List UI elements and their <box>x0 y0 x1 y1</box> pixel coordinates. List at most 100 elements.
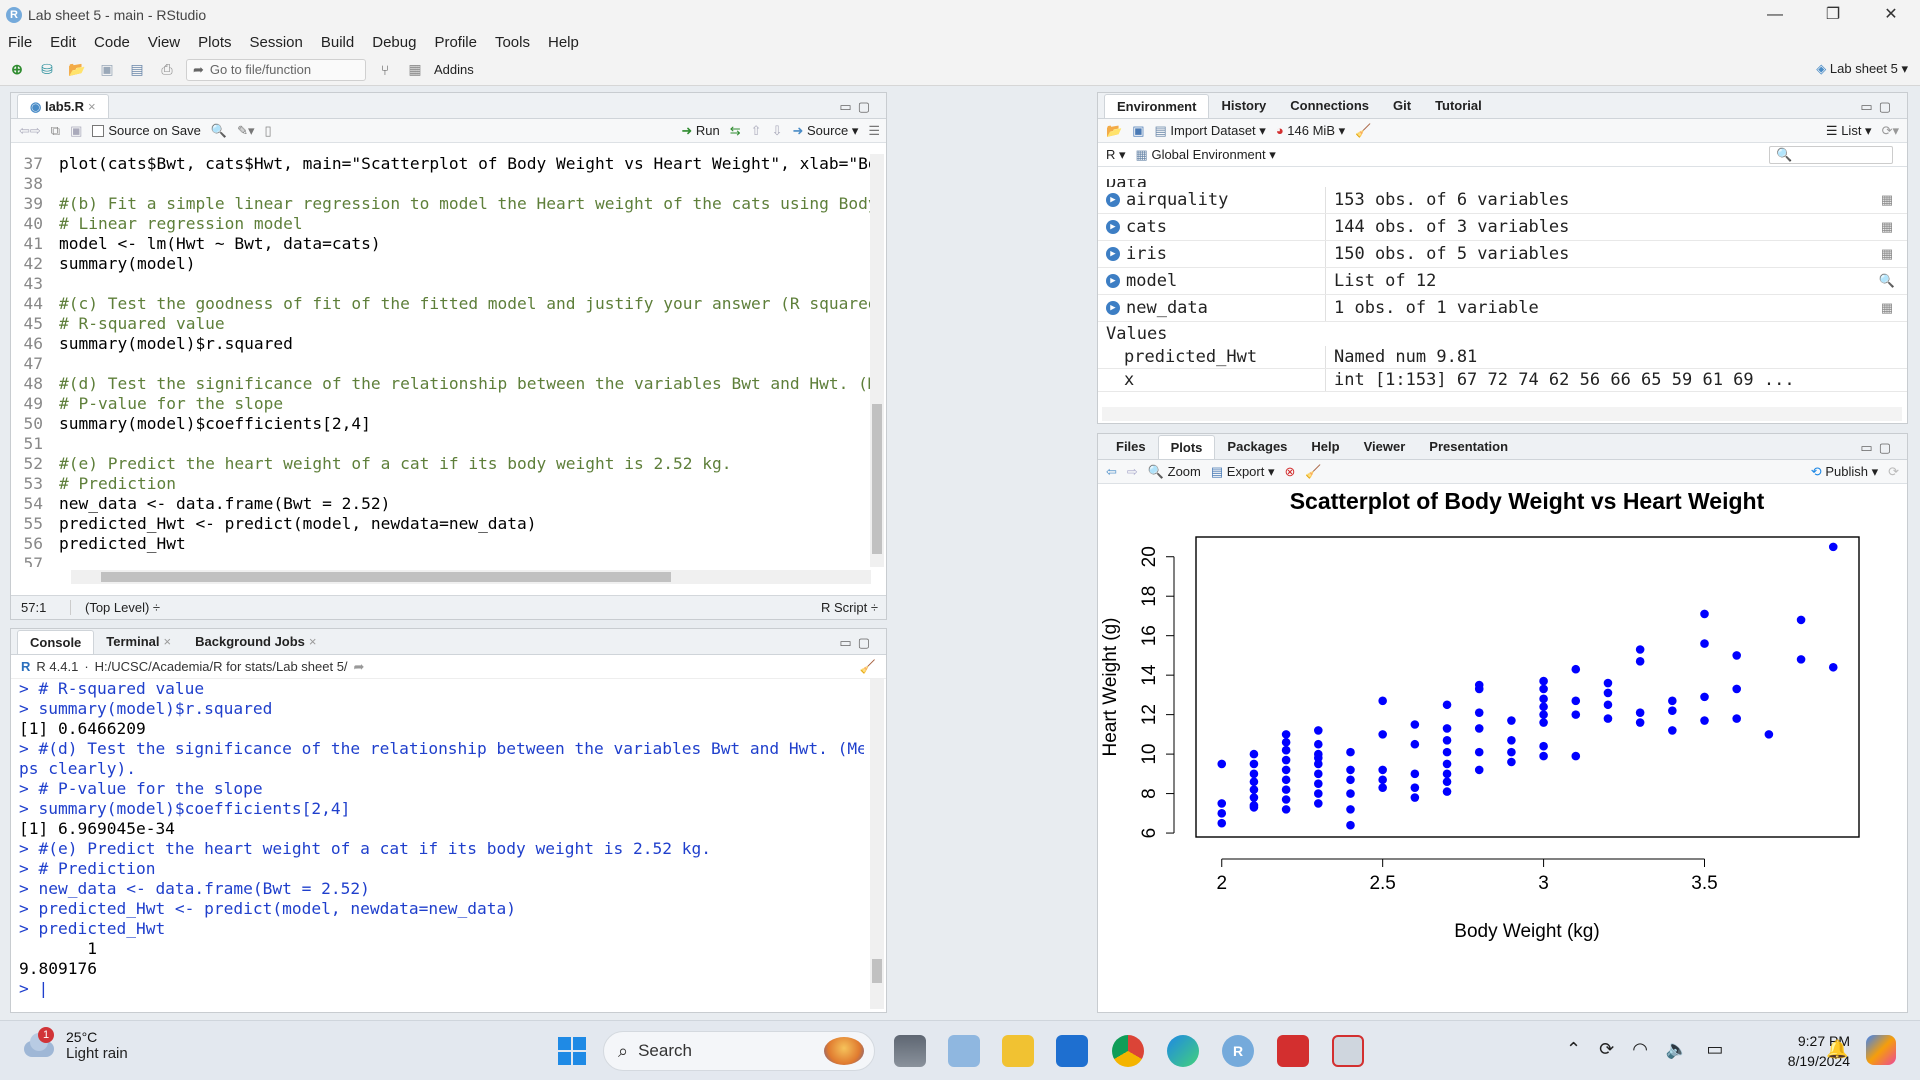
acrobat-icon[interactable] <box>1277 1035 1309 1067</box>
file-explorer-icon[interactable] <box>1002 1035 1034 1067</box>
language-selector[interactable]: R ▾ <box>1106 147 1126 163</box>
go-down-icon[interactable]: ⇩ <box>772 123 783 139</box>
scope-selector-env[interactable]: ▦ Global Environment ▾ <box>1136 147 1276 163</box>
run-button[interactable]: ➜ Run <box>681 123 719 139</box>
task-view-icon[interactable] <box>894 1035 926 1067</box>
code-line[interactable]: 48 #(d) Test the significance of the rela… <box>11 374 874 394</box>
env-var-name[interactable]: ▶ model <box>1098 268 1326 294</box>
next-plot-icon[interactable]: ⇨ <box>1127 464 1138 480</box>
document-outline-icon[interactable]: ☰ <box>868 123 880 139</box>
go-up-icon[interactable]: ⇧ <box>751 123 762 139</box>
minimize-button[interactable]: — <box>1746 0 1804 30</box>
close-terminal-icon[interactable]: × <box>164 634 172 649</box>
memory-usage-button[interactable]: ◕ 146 MiB ▾ <box>1276 123 1345 139</box>
zoom-button[interactable]: 🔍 Zoom <box>1148 464 1201 480</box>
publish-button[interactable]: ⟲ Publish ▾ <box>1811 464 1878 480</box>
tab-history[interactable]: History <box>1209 94 1278 118</box>
code-tools-wand-icon[interactable]: ✎▾ <box>237 123 254 139</box>
code-line[interactable]: 56 predicted_Hwt <box>11 534 873 554</box>
close-jobs-icon[interactable]: × <box>309 634 317 649</box>
code-line[interactable]: 37 plot(cats$Bwt, cats$Hwt, main="Scatter… <box>11 154 874 174</box>
menu-tools[interactable]: Tools <box>495 34 530 51</box>
new-project-icon[interactable]: ⛁ <box>36 59 58 81</box>
new-file-icon[interactable]: ⊕ <box>6 59 28 81</box>
code-line[interactable]: 38 <box>11 174 873 194</box>
env-var-name[interactable]: ▶ airquality <box>1098 187 1326 213</box>
tab-packages[interactable]: Packages <box>1215 435 1299 459</box>
expand-arrow-icon[interactable]: ▶ <box>1106 274 1120 288</box>
compile-report-icon[interactable]: ▯ <box>265 123 272 139</box>
code-line[interactable]: 42 summary(model) <box>11 254 873 274</box>
view-table-grid-icon[interactable]: ▦ <box>1867 300 1907 316</box>
code-line[interactable]: 55 predicted_Hwt <- predict(model, newdat… <box>11 514 873 534</box>
edge-icon[interactable] <box>1167 1035 1199 1067</box>
save-file-icon[interactable]: ▣ <box>70 123 82 139</box>
code-area[interactable]: 37 plot(cats$Bwt, cats$Hwt, main="Scatter… <box>11 154 874 567</box>
sync-icon[interactable]: ⟳ <box>1599 1039 1614 1060</box>
code-line[interactable]: 45 # R-squared value <box>11 314 873 334</box>
pane-layout-icon[interactable]: ▦ <box>404 59 426 81</box>
show-in-window-icon[interactable]: ⧉ <box>51 123 60 139</box>
working-directory[interactable]: H:/UCSC/Academia/R for stats/Lab sheet 5… <box>95 659 348 674</box>
tab-files[interactable]: Files <box>1104 435 1158 459</box>
clear-workspace-broom-icon[interactable]: 🧹 <box>1355 123 1371 139</box>
taskbar-search-box[interactable]: ⌕ Search <box>603 1031 875 1071</box>
view-object-search-icon[interactable]: 🔍 <box>1867 273 1907 289</box>
search-icon[interactable]: 🔍 <box>211 123 227 139</box>
remove-plot-icon[interactable]: ⊗ <box>1285 464 1296 480</box>
rerun-icon[interactable]: ⇆ <box>730 123 741 139</box>
save-all-icon[interactable]: ▤ <box>126 59 148 81</box>
source-button[interactable]: ➜ Source ▾ <box>792 123 858 139</box>
plots-window-controls[interactable]: ▭▢ <box>1860 440 1897 456</box>
project-menu[interactable]: ◈ Lab sheet 5 ▾ <box>1816 61 1908 77</box>
env-data-row[interactable]: ▶ new_data 1 obs. of 1 variable ▦ <box>1098 295 1907 322</box>
code-line[interactable]: 50 summary(model)$coefficients[2,4] <box>11 414 873 434</box>
menu-build[interactable]: Build <box>321 34 354 51</box>
expand-arrow-icon[interactable]: ▶ <box>1106 301 1120 315</box>
show-hidden-icons-chevron-icon[interactable]: ⌃ <box>1566 1039 1581 1060</box>
menu-edit[interactable]: Edit <box>50 34 76 51</box>
editor-vscroll-thumb[interactable] <box>872 404 882 554</box>
battery-icon[interactable]: ▭ <box>1706 1039 1723 1060</box>
expand-arrow-icon[interactable]: ▶ <box>1106 247 1120 261</box>
previous-plot-icon[interactable]: ⇦ <box>1106 464 1117 480</box>
close-tab-icon[interactable]: × <box>88 99 96 114</box>
refresh-icon[interactable]: ⟳▾ <box>1882 123 1899 139</box>
store-app-icon[interactable] <box>1056 1035 1088 1067</box>
clear-plots-broom-icon[interactable]: 🧹 <box>1305 464 1321 480</box>
env-data-row[interactable]: ▶ airquality 153 obs. of 6 variables ▦ <box>1098 187 1907 214</box>
code-line[interactable]: 51 <box>11 434 873 454</box>
addins-menu[interactable]: Addins <box>434 62 474 77</box>
env-var-name[interactable]: ▶ cats <box>1098 214 1326 240</box>
env-data-row[interactable]: ▶ iris 150 obs. of 5 variables ▦ <box>1098 241 1907 268</box>
refresh-plot-icon[interactable]: ⟳ <box>1888 464 1899 480</box>
console-window-controls[interactable]: ▭▢ <box>839 635 876 651</box>
weather-widget[interactable]: 1 25°C Light rain <box>22 1026 128 1062</box>
tab-viewer[interactable]: Viewer <box>1352 435 1418 459</box>
tab-tutorial[interactable]: Tutorial <box>1423 94 1494 118</box>
menu-file[interactable]: File <box>8 34 32 51</box>
copilot-icon[interactable] <box>1866 1035 1896 1065</box>
env-search-input[interactable]: 🔍 <box>1769 145 1893 164</box>
chrome-icon[interactable] <box>1112 1035 1144 1067</box>
scope-selector[interactable]: (Top Level) ÷ <box>71 600 160 615</box>
code-line[interactable]: 53 # Prediction <box>11 474 873 494</box>
tab-terminal[interactable]: Terminal × <box>94 630 183 654</box>
view-table-grid-icon[interactable]: ▦ <box>1867 192 1907 208</box>
code-line[interactable]: 54 new_data <- data.frame(Bwt = 2.52) <box>11 494 873 514</box>
tab-presentation[interactable]: Presentation <box>1417 435 1520 459</box>
list-view-selector[interactable]: ☰ List ▾ <box>1826 123 1872 139</box>
code-line[interactable]: 47 <box>11 354 873 374</box>
menu-help[interactable]: Help <box>548 34 579 51</box>
editor-horizontal-scrollbar[interactable] <box>71 570 871 584</box>
goto-file-input[interactable]: ➦ Go to file/function <box>186 58 366 81</box>
version-control-icon[interactable]: ⑂ <box>374 59 396 81</box>
expand-arrow-icon[interactable]: ▶ <box>1106 220 1120 234</box>
editor-hscroll-thumb[interactable] <box>101 572 671 582</box>
import-dataset-button[interactable]: ▤ Import Dataset ▾ <box>1154 123 1265 139</box>
tab-console[interactable]: Console <box>17 630 95 654</box>
open-file-icon[interactable]: 📂 <box>66 59 88 81</box>
start-windows-icon[interactable] <box>556 1035 588 1067</box>
volume-icon[interactable]: 🔈 <box>1666 1039 1688 1060</box>
tab-environment[interactable]: Environment <box>1104 94 1210 118</box>
